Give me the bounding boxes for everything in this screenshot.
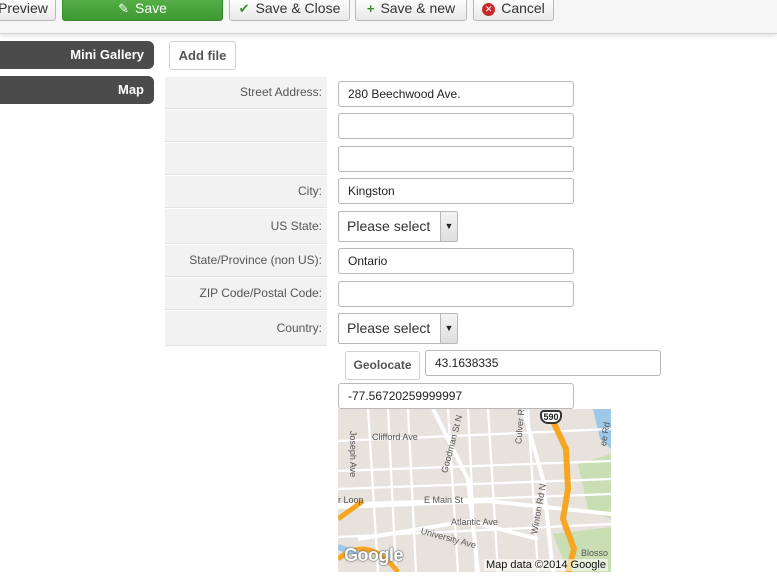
toolbar: Preview ✎ Save ✔ Save & Close + Save & new … bbox=[0, 0, 777, 34]
us-state-label-text: US State: bbox=[270, 219, 322, 233]
province-label-text: State/Province (non US): bbox=[189, 253, 322, 267]
cancel-icon: ✕ bbox=[482, 3, 496, 16]
province-value: Ontario bbox=[348, 254, 388, 268]
map-label-atlantic: Atlantic Ave bbox=[451, 517, 498, 527]
city-label: City: bbox=[165, 176, 327, 208]
country-selected-value: Please select bbox=[347, 320, 431, 336]
map-label-clifford: Clifford Ave bbox=[372, 432, 418, 442]
plus-icon: + bbox=[366, 1, 375, 16]
map[interactable]: 590 Clifford Ave Joseph Ave Goodman St N… bbox=[338, 409, 611, 572]
tab-map[interactable]: Map bbox=[0, 76, 154, 104]
zip-input[interactable] bbox=[338, 281, 574, 307]
street-address-3-label bbox=[165, 143, 327, 175]
latitude-input[interactable]: 43.1638335 bbox=[425, 350, 661, 376]
save-label: Save bbox=[134, 0, 167, 16]
latitude-value: 43.1638335 bbox=[435, 356, 499, 370]
check-icon: ✔ bbox=[238, 1, 250, 16]
page: Preview ✎ Save ✔ Save & Close + Save & new … bbox=[0, 0, 777, 580]
google-logo: Google bbox=[344, 545, 404, 565]
province-label: State/Province (non US): bbox=[165, 245, 327, 277]
city-value: Kingston bbox=[348, 184, 395, 198]
street-address-3-input[interactable] bbox=[338, 146, 574, 172]
add-file-button[interactable]: Add file bbox=[169, 41, 236, 70]
preview-label: Preview bbox=[0, 0, 48, 16]
save-close-button[interactable]: ✔ Save & Close bbox=[229, 0, 350, 21]
cancel-button[interactable]: ✕ Cancel bbox=[473, 0, 554, 21]
country-select[interactable]: Please select ▼ bbox=[338, 313, 458, 344]
highway-shield: 590 bbox=[540, 410, 562, 424]
street-address-label-text: Street Address: bbox=[239, 85, 322, 99]
longitude-input[interactable]: -77.56720259999997 bbox=[338, 383, 574, 409]
country-label: Country: bbox=[165, 311, 327, 346]
save-close-label: Save & Close bbox=[255, 0, 341, 16]
street-address-input[interactable]: 280 Beechwood Ave. bbox=[338, 81, 574, 107]
country-label-text: Country: bbox=[276, 321, 322, 335]
street-address-2-input[interactable] bbox=[338, 113, 574, 139]
province-input[interactable]: Ontario bbox=[338, 248, 574, 274]
street-address-2-label bbox=[165, 110, 327, 142]
preview-button[interactable]: Preview bbox=[0, 0, 56, 21]
street-address-label: Street Address: bbox=[165, 77, 327, 109]
chevron-down-icon: ▼ bbox=[440, 212, 457, 241]
us-state-selected-value: Please select bbox=[347, 218, 431, 234]
zip-label: ZIP Code/Postal Code: bbox=[165, 278, 327, 310]
geolocate-button[interactable]: Geolocate bbox=[345, 351, 420, 380]
map-credit: Map data ©2014 Google bbox=[483, 559, 608, 571]
edit-icon: ✎ bbox=[118, 1, 129, 16]
map-label-joseph: Joseph Ave bbox=[348, 430, 359, 478]
zip-label-text: ZIP Code/Postal Code: bbox=[199, 286, 322, 300]
tab-map-label: Map bbox=[118, 82, 144, 97]
longitude-value: -77.56720259999997 bbox=[348, 389, 463, 403]
city-label-text: City: bbox=[298, 184, 322, 198]
city-input[interactable]: Kingston bbox=[338, 178, 574, 204]
map-label-blosso: Blosso bbox=[581, 548, 609, 558]
add-file-label: Add file bbox=[178, 48, 227, 63]
us-state-label: US State: bbox=[165, 209, 327, 244]
street-address-value: 280 Beechwood Ave. bbox=[348, 87, 461, 101]
us-state-select[interactable]: Please select ▼ bbox=[338, 211, 458, 242]
geolocate-label: Geolocate bbox=[353, 358, 412, 372]
cancel-label: Cancel bbox=[501, 0, 545, 16]
tab-mini-gallery-label: Mini Gallery bbox=[70, 47, 144, 62]
highway-shield-number: 590 bbox=[543, 412, 559, 422]
tab-mini-gallery[interactable]: Mini Gallery bbox=[0, 41, 154, 69]
chevron-down-icon: ▼ bbox=[440, 314, 457, 343]
map-label-loop: r Loop bbox=[338, 495, 364, 505]
map-label-main: E Main St bbox=[424, 495, 464, 505]
save-button[interactable]: ✎ Save bbox=[62, 0, 223, 21]
save-new-button[interactable]: + Save & new bbox=[355, 0, 467, 21]
save-new-label: Save & new bbox=[380, 0, 456, 16]
